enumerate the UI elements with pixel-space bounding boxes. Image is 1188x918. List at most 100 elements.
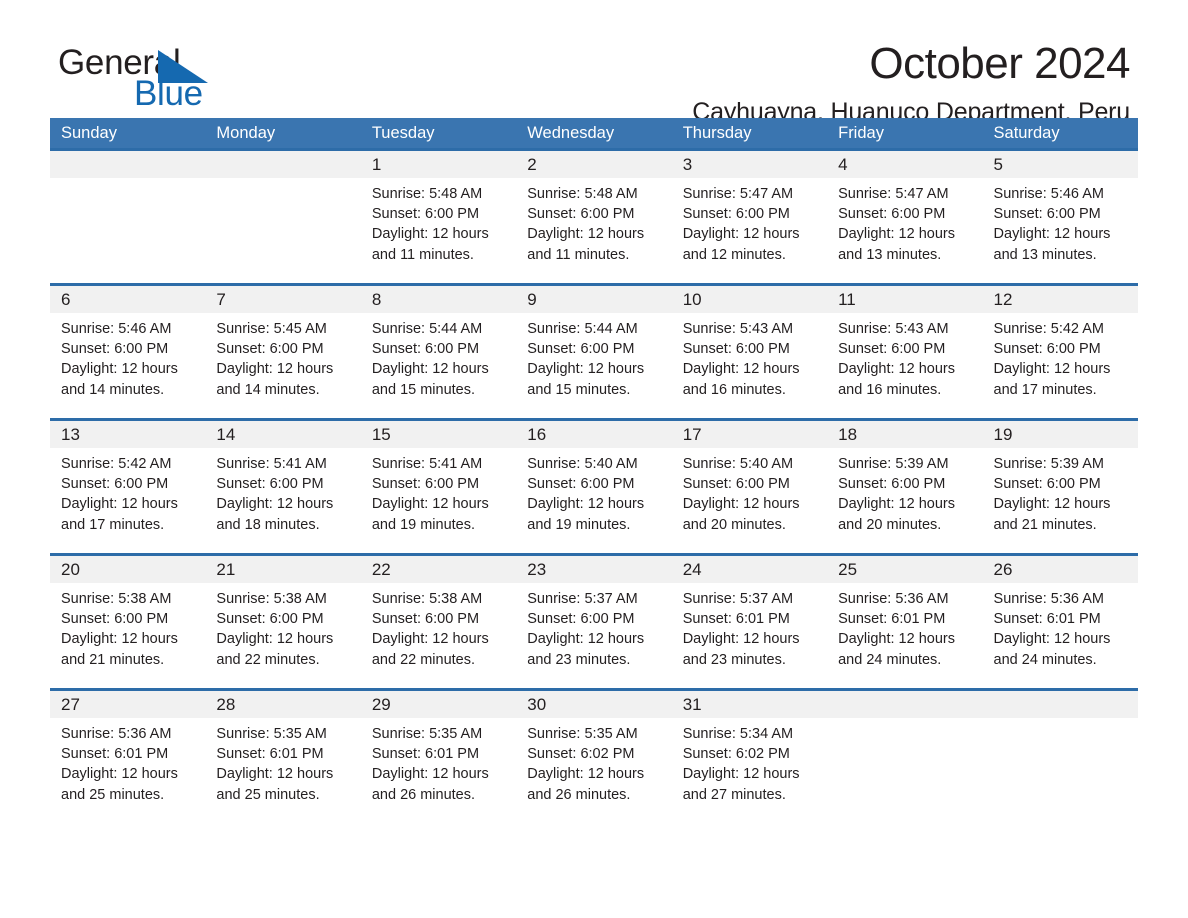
day-number[interactable]: 25 <box>827 556 982 583</box>
day-number[interactable]: 2 <box>516 151 671 178</box>
day-number[interactable]: 14 <box>205 421 360 448</box>
day-cell[interactable]: Sunrise: 5:48 AM Sunset: 6:00 PM Daylight:… <box>516 178 671 283</box>
sunset-text: Sunset: 6:00 PM <box>61 476 169 493</box>
day-number[interactable]: 15 <box>361 421 516 448</box>
day-cell[interactable]: Sunrise: 5:36 AM Sunset: 6:01 PM Daylight:… <box>50 718 205 823</box>
day-cell[interactable]: Sunrise: 5:36 AM Sunset: 6:01 PM Daylight:… <box>827 583 982 688</box>
sunset-text: Sunset: 6:00 PM <box>682 206 790 223</box>
title-block: October 2024 Cayhuayna, Huanuco Departme… <box>430 38 1130 128</box>
daylight-text-line2: and 21 minutes. <box>61 651 165 668</box>
day-cell[interactable]: Sunrise: 5:35 AM Sunset: 6:02 PM Daylight:… <box>516 718 671 823</box>
day-number[interactable]: 20 <box>50 556 205 583</box>
day-cell-empty <box>50 178 205 283</box>
sunset-text: Sunset: 6:00 PM <box>216 611 324 628</box>
day-number[interactable]: 29 <box>361 691 516 718</box>
sunset-text: Sunset: 6:01 PM <box>61 746 169 763</box>
day-cell[interactable]: Sunrise: 5:44 AM Sunset: 6:00 PM Daylight:… <box>361 313 516 418</box>
day-number[interactable]: 30 <box>516 691 671 718</box>
day-cell[interactable]: Sunrise: 5:42 AM Sunset: 6:00 PM Daylight:… <box>50 448 205 553</box>
sunset-text: Sunset: 6:00 PM <box>682 476 790 493</box>
day-cell-empty <box>205 178 360 283</box>
day-number[interactable]: 1 <box>361 151 516 178</box>
day-cell[interactable]: Sunrise: 5:38 AM Sunset: 6:00 PM Daylight:… <box>361 583 516 688</box>
day-cell[interactable]: Sunrise: 5:36 AM Sunset: 6:01 PM Daylight:… <box>983 583 1138 688</box>
day-number[interactable]: 3 <box>672 151 827 178</box>
daylight-text-line1: Daylight: 12 hours <box>993 496 1111 513</box>
day-number[interactable]: 7 <box>205 286 360 313</box>
day-number-band: 13 14 15 16 17 18 19 <box>50 421 1138 448</box>
daylight-text-line2: and 13 minutes. <box>838 246 942 263</box>
general-blue-logo[interactable]: General Blue <box>58 44 358 116</box>
day-cell-empty <box>827 718 982 823</box>
sunset-text: Sunset: 6:00 PM <box>216 476 324 493</box>
day-cell[interactable]: Sunrise: 5:42 AM Sunset: 6:00 PM Daylight:… <box>983 313 1138 418</box>
day-cell[interactable]: Sunrise: 5:45 AM Sunset: 6:00 PM Daylight:… <box>205 313 360 418</box>
day-number[interactable]: 4 <box>827 151 982 178</box>
sunset-text: Sunset: 6:00 PM <box>371 476 480 493</box>
sunrise-text: Sunrise: 5:34 AM <box>682 726 794 742</box>
sunset-text: Sunset: 6:00 PM <box>838 476 946 493</box>
day-cell[interactable]: Sunrise: 5:43 AM Sunset: 6:00 PM Daylight:… <box>827 313 982 418</box>
day-number[interactable]: 24 <box>672 556 827 583</box>
daylight-text-line1: Daylight: 12 hours <box>371 766 489 783</box>
day-number[interactable]: 11 <box>827 286 982 313</box>
day-cell[interactable]: Sunrise: 5:39 AM Sunset: 6:00 PM Daylight:… <box>983 448 1138 553</box>
day-cell[interactable]: Sunrise: 5:37 AM Sunset: 6:01 PM Daylight:… <box>672 583 827 688</box>
day-cell[interactable]: Sunrise: 5:44 AM Sunset: 6:00 PM Daylight:… <box>516 313 671 418</box>
daylight-text-line2: and 14 minutes. <box>61 381 165 398</box>
day-number[interactable]: 8 <box>361 286 516 313</box>
sunset-text: Sunset: 6:00 PM <box>61 341 169 358</box>
day-cell[interactable]: Sunrise: 5:40 AM Sunset: 6:00 PM Daylight:… <box>516 448 671 553</box>
weekday-header-saturday: Saturday <box>993 124 1060 142</box>
daylight-text-line2: and 27 minutes. <box>682 786 786 803</box>
day-number[interactable]: 22 <box>361 556 516 583</box>
day-number[interactable]: 17 <box>672 421 827 448</box>
day-cell[interactable]: Sunrise: 5:41 AM Sunset: 6:00 PM Daylight:… <box>205 448 360 553</box>
day-cell[interactable]: Sunrise: 5:35 AM Sunset: 6:01 PM Daylight:… <box>361 718 516 823</box>
day-cell[interactable]: Sunrise: 5:35 AM Sunset: 6:01 PM Daylight:… <box>205 718 360 823</box>
day-number[interactable]: 13 <box>50 421 205 448</box>
day-number[interactable]: 19 <box>983 421 1138 448</box>
day-detail-band: Sunrise: 5:36 AM Sunset: 6:01 PM Daylight:… <box>50 718 1138 823</box>
day-cell[interactable]: Sunrise: 5:34 AM Sunset: 6:02 PM Daylight:… <box>672 718 827 823</box>
day-number[interactable]: 18 <box>827 421 982 448</box>
day-number[interactable]: 21 <box>205 556 360 583</box>
calendar-week-row: 20 21 22 23 24 25 26 Sunrise: 5:38 AM Sunset: 6:… <box>50 553 1138 688</box>
day-number[interactable]: 9 <box>516 286 671 313</box>
day-number[interactable]: 6 <box>50 286 205 313</box>
day-cell[interactable]: Sunrise: 5:46 AM Sunset: 6:00 PM Daylight:… <box>983 178 1138 283</box>
day-number[interactable]: 12 <box>983 286 1138 313</box>
day-cell[interactable]: Sunrise: 5:43 AM Sunset: 6:00 PM Daylight:… <box>672 313 827 418</box>
daylight-text-line1: Daylight: 12 hours <box>993 631 1111 648</box>
daylight-text-line1: Daylight: 12 hours <box>61 631 178 648</box>
day-cell[interactable]: Sunrise: 5:39 AM Sunset: 6:00 PM Daylight:… <box>827 448 982 553</box>
day-cell[interactable]: Sunrise: 5:38 AM Sunset: 6:00 PM Daylight:… <box>50 583 205 688</box>
daylight-text-line1: Daylight: 12 hours <box>61 496 178 513</box>
day-cell[interactable]: Sunrise: 5:38 AM Sunset: 6:00 PM Daylight:… <box>205 583 360 688</box>
day-cell[interactable]: Sunrise: 5:48 AM Sunset: 6:00 PM Daylight:… <box>361 178 516 283</box>
daylight-text-line2: and 18 minutes. <box>216 516 320 533</box>
day-cell[interactable]: Sunrise: 5:41 AM Sunset: 6:00 PM Daylight:… <box>361 448 516 553</box>
calendar-week-row: 6 7 8 9 10 11 12 Sunrise: 5:46 AM Sunset: 6:00 P… <box>50 283 1138 418</box>
sunrise-text: Sunrise: 5:38 AM <box>216 591 327 607</box>
day-number[interactable]: 28 <box>205 691 360 718</box>
day-cell[interactable]: Sunrise: 5:40 AM Sunset: 6:00 PM Daylight:… <box>672 448 827 553</box>
day-number[interactable]: 27 <box>50 691 205 718</box>
day-number[interactable]: 5 <box>983 151 1138 178</box>
daylight-text-line2: and 23 minutes. <box>682 651 786 668</box>
day-cell[interactable]: Sunrise: 5:47 AM Sunset: 6:00 PM Daylight:… <box>672 178 827 283</box>
daylight-text-line2: and 26 minutes. <box>371 786 476 803</box>
daylight-text-line1: Daylight: 12 hours <box>838 631 955 648</box>
day-number[interactable]: 16 <box>516 421 671 448</box>
day-number[interactable]: 10 <box>672 286 827 313</box>
day-cell[interactable]: Sunrise: 5:37 AM Sunset: 6:00 PM Daylight:… <box>516 583 671 688</box>
daylight-text-line1: Daylight: 12 hours <box>682 631 800 648</box>
day-cell[interactable]: Sunrise: 5:47 AM Sunset: 6:00 PM Daylight:… <box>827 178 982 283</box>
daylight-text-line2: and 19 minutes. <box>527 516 631 533</box>
daylight-text-line2: and 20 minutes. <box>838 516 942 533</box>
daylight-text-line1: Daylight: 12 hours <box>838 496 955 513</box>
day-cell[interactable]: Sunrise: 5:46 AM Sunset: 6:00 PM Daylight:… <box>50 313 205 418</box>
day-number[interactable]: 31 <box>672 691 827 718</box>
day-number[interactable]: 26 <box>983 556 1138 583</box>
day-number[interactable]: 23 <box>516 556 671 583</box>
